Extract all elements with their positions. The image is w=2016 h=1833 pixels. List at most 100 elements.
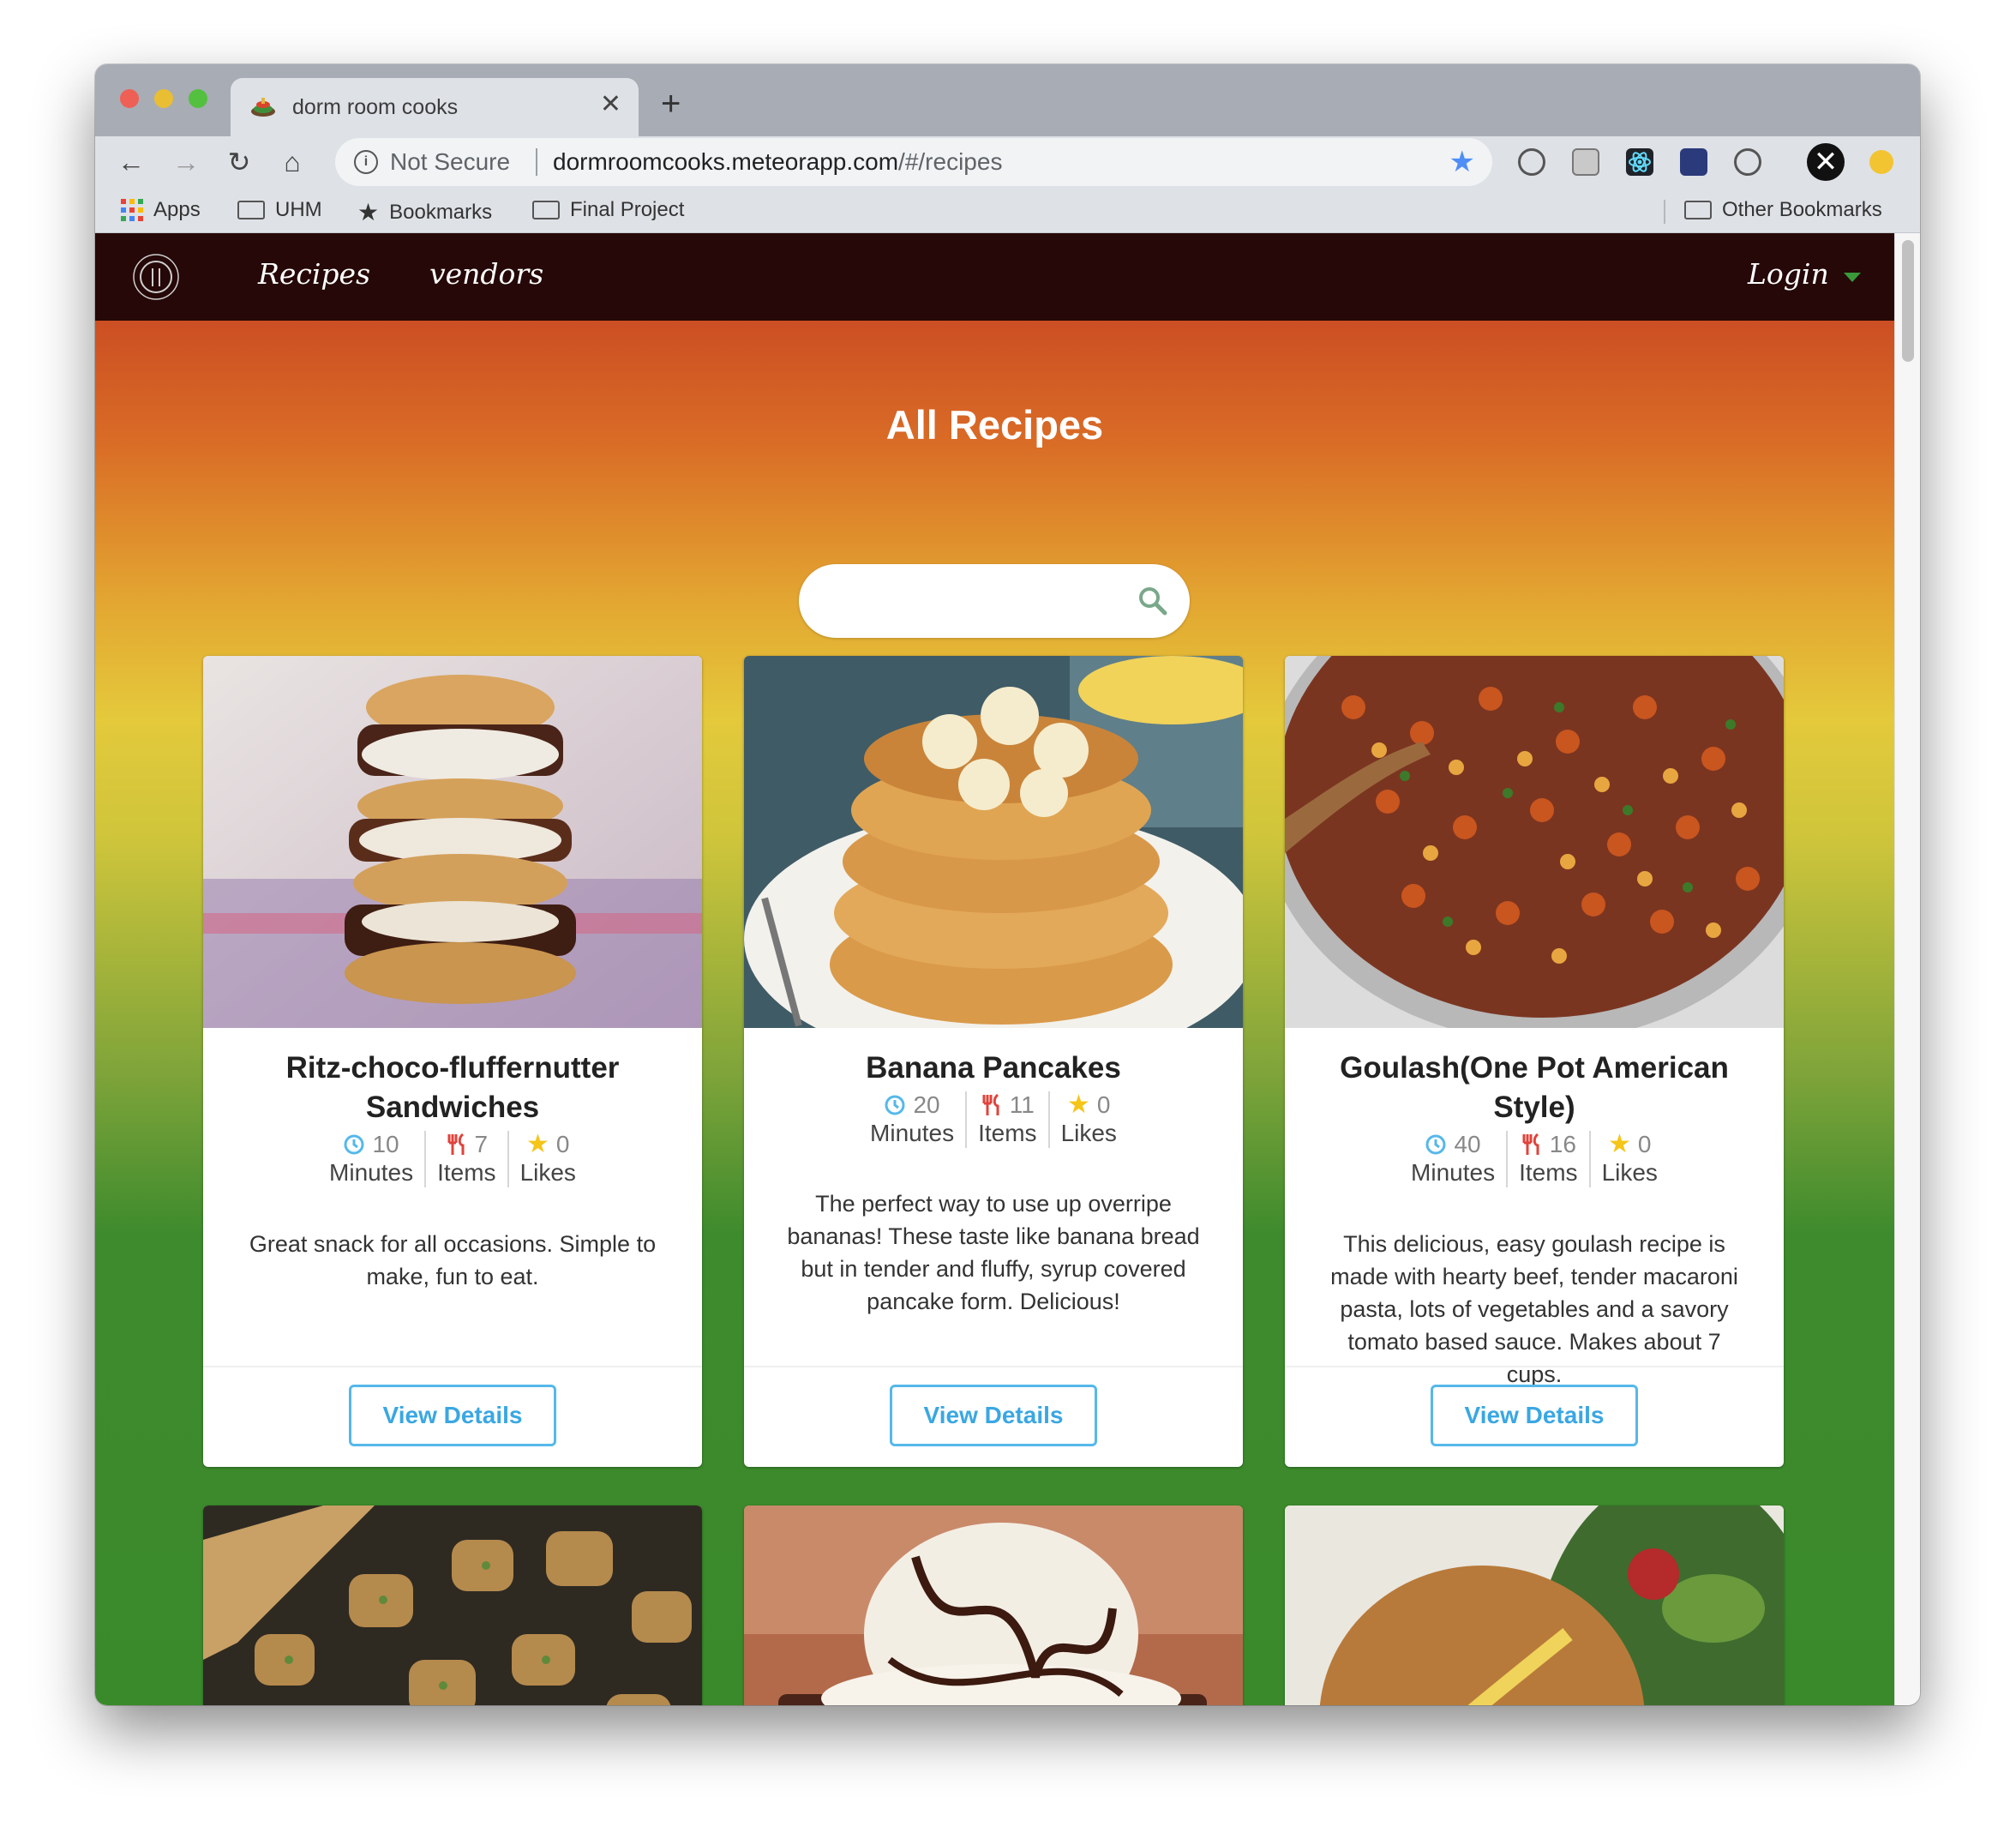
likes-value: 0	[1096, 1091, 1111, 1118]
omnibox-divider	[536, 148, 537, 176]
likes-value: 0	[555, 1131, 570, 1157]
nav-recipes-link[interactable]: Recipes	[258, 257, 370, 291]
search-box[interactable]	[799, 564, 1190, 638]
nav-vendors-link[interactable]: vendors	[429, 257, 543, 291]
minutes-label: Minutes	[1411, 1159, 1496, 1186]
page-scrollbar[interactable]	[1894, 233, 1920, 1705]
stat-items: 7 Items	[424, 1131, 507, 1187]
recipe-title: Ritz-choco-fluffernutter Sandwiches	[285, 1051, 620, 1124]
utensils-icon	[447, 1133, 465, 1155]
search-icon[interactable]	[1137, 585, 1169, 617]
minimize-window-button[interactable]	[154, 89, 173, 108]
new-tab-button[interactable]: +	[661, 87, 681, 121]
recipe-image[interactable]	[203, 656, 702, 1028]
page-title: All Recipes	[885, 402, 1104, 448]
bookmark-label: Other Bookmarks	[1722, 198, 1882, 221]
url-domain: dormroomcooks.meteorapp.com	[553, 148, 899, 175]
bookmark-final-project[interactable]: Final Project	[532, 198, 684, 222]
stat-likes: ★ 0 Likes	[507, 1131, 587, 1187]
reload-icon[interactable]: ↻	[222, 145, 256, 179]
recipe-image[interactable]	[1285, 656, 1784, 1028]
stat-likes: ★ 0 Likes	[1047, 1091, 1128, 1148]
recipe-image[interactable]	[1285, 1505, 1784, 1705]
recipe-image[interactable]	[203, 1505, 702, 1705]
bookmark-apps[interactable]: Apps	[121, 198, 201, 222]
maximize-window-button[interactable]	[189, 89, 207, 108]
recipe-stats: 10 Minutes 7 Items ★ 0 Likes	[203, 1131, 702, 1187]
folder-icon	[1684, 201, 1712, 219]
star-icon: ★	[357, 199, 380, 225]
recipe-image[interactable]	[744, 1505, 1243, 1705]
close-tab-icon[interactable]: ✕	[600, 92, 621, 117]
items-value: 7	[474, 1131, 489, 1157]
folder-icon	[532, 201, 560, 219]
bookmark-star-icon[interactable]: ★	[1449, 145, 1475, 179]
items-value: 11	[1009, 1091, 1035, 1118]
browser-toolbar: ← → ↻ ⌂ i Not Secure dormroomcooks.meteo…	[95, 136, 1920, 189]
tab-title: dorm room cooks	[292, 95, 459, 119]
back-icon[interactable]: ←	[114, 145, 148, 179]
likes-value: 0	[1637, 1131, 1652, 1157]
star-icon: ★	[526, 1130, 549, 1158]
forward-icon[interactable]: →	[169, 145, 203, 179]
card-footer: View Details	[203, 1366, 702, 1467]
page-content: Recipes vendors Login All Recipes Ritz-c…	[95, 233, 1894, 1705]
utensils-icon	[982, 1093, 999, 1115]
recipe-image[interactable]	[744, 656, 1243, 1028]
close-window-button[interactable]	[120, 89, 139, 108]
minutes-value: 40	[1454, 1131, 1481, 1157]
stat-items: 11 Items	[965, 1091, 1047, 1148]
caret-down-icon[interactable]	[1844, 273, 1861, 282]
url-path: /#/recipes	[898, 148, 1003, 175]
bookmark-other[interactable]: Other Bookmarks	[1684, 198, 1882, 222]
site-navbar: Recipes vendors Login	[95, 233, 1894, 321]
extension-b-icon[interactable]	[1572, 148, 1599, 176]
bookmark-uhm[interactable]: UHM	[237, 198, 322, 222]
bookmark-bookmarks[interactable]: ★ Bookmarks	[357, 198, 492, 226]
search-input[interactable]	[825, 580, 1119, 624]
recipe-description: Great snack for all occasions. Simple to…	[249, 1231, 657, 1289]
extension-react-icon[interactable]	[1626, 148, 1653, 176]
minutes-label: Minutes	[870, 1120, 955, 1146]
items-label: Items	[437, 1159, 496, 1186]
items-label: Items	[978, 1120, 1037, 1146]
login-dropdown[interactable]: Login	[1748, 257, 1829, 291]
site-logo-icon[interactable]	[131, 252, 181, 302]
recipe-stats: 40 Minutes 16 Items ★ 0 Likes	[1285, 1131, 1784, 1187]
recipe-card	[203, 1505, 702, 1705]
home-icon[interactable]: ⌂	[275, 145, 309, 179]
stat-minutes: 10 Minutes	[318, 1131, 424, 1187]
bookmarks-divider	[1664, 200, 1665, 224]
likes-label: Likes	[1060, 1120, 1117, 1146]
recipe-card	[744, 1505, 1243, 1705]
items-value: 16	[1549, 1131, 1576, 1157]
stat-likes: ★ 0 Likes	[1588, 1130, 1669, 1187]
not-secure-label[interactable]: Not Secure	[390, 148, 510, 176]
extension-1password-icon[interactable]	[1518, 148, 1545, 176]
info-icon[interactable]: i	[354, 150, 378, 174]
recipe-description: The perfect way to use up overripe banan…	[787, 1191, 1200, 1314]
recipe-title: Goulash(One Pot American Style)	[1340, 1051, 1729, 1124]
extension-update-icon[interactable]	[1869, 150, 1893, 174]
url-text[interactable]: dormroomcooks.meteorapp.com/#/recipes	[553, 148, 1002, 176]
apps-icon	[121, 199, 143, 221]
browser-window: dorm room cooks ✕ + ← → ↻ ⌂ i Not Secure…	[95, 64, 1920, 1705]
address-bar[interactable]: i Not Secure dormroomcooks.meteorapp.com…	[335, 138, 1492, 186]
star-icon: ★	[1608, 1130, 1631, 1158]
extension-redux-icon[interactable]	[1680, 148, 1707, 176]
stat-items: 16 Items	[1506, 1131, 1588, 1187]
view-details-button[interactable]: View Details	[1431, 1385, 1638, 1446]
bookmark-label: Apps	[153, 198, 201, 221]
view-details-button[interactable]: View Details	[349, 1385, 556, 1446]
view-details-button[interactable]: View Details	[890, 1385, 1097, 1446]
stat-minutes: 20 Minutes	[859, 1091, 965, 1148]
extension-json-icon[interactable]	[1734, 148, 1761, 176]
tab-strip: dorm room cooks ✕ +	[95, 64, 1920, 136]
bookmark-label: UHM	[275, 198, 322, 221]
scrollbar-thumb[interactable]	[1902, 240, 1914, 362]
stat-minutes: 40 Minutes	[1400, 1131, 1506, 1187]
recipe-stats: 20 Minutes 11 Items ★ 0 Likes	[744, 1091, 1243, 1148]
minutes-value: 10	[372, 1131, 399, 1157]
browser-tab[interactable]: dorm room cooks ✕	[231, 78, 639, 136]
extension-x-icon[interactable]: ✕	[1807, 143, 1845, 181]
